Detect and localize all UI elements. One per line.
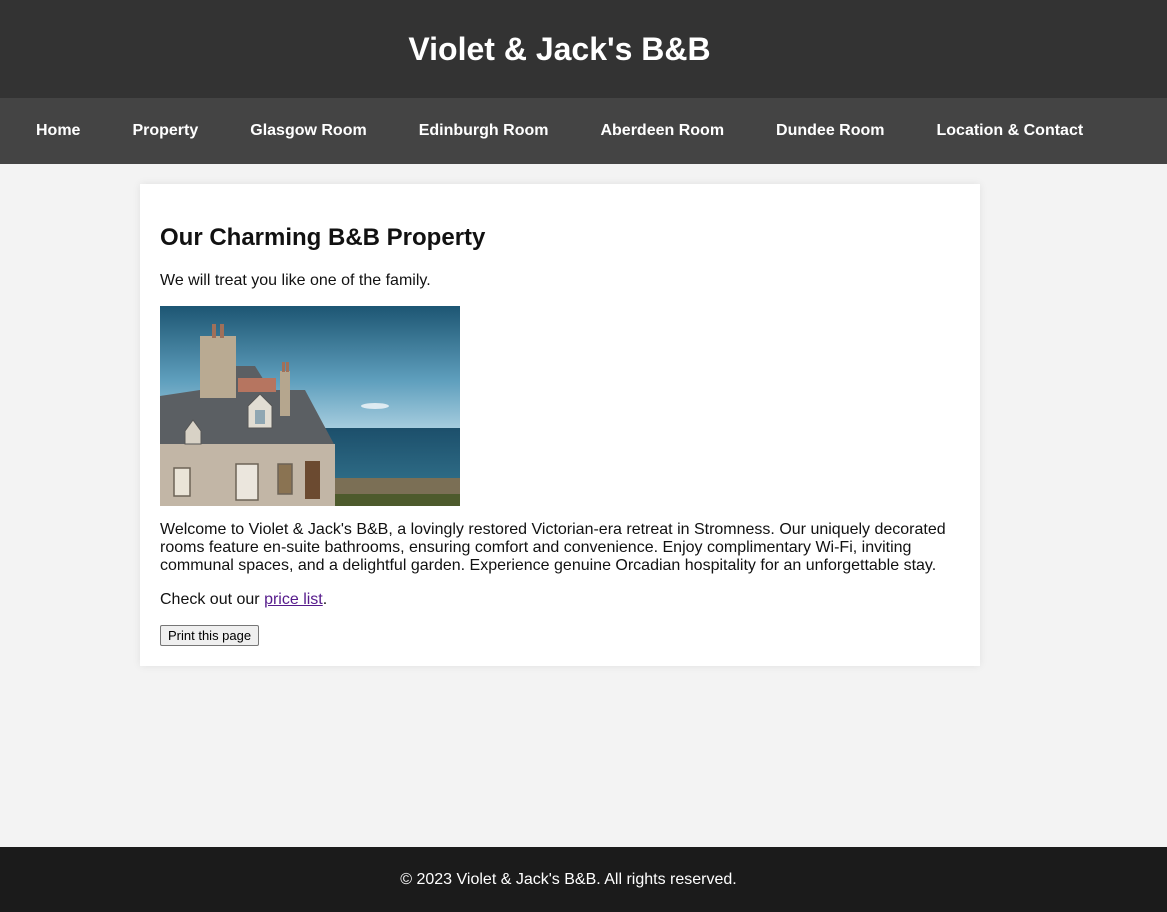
main-nav: Home Property Glasgow Room Edinburgh Roo… — [0, 98, 1167, 164]
site-footer: © 2023 Violet & Jack's B&B. All rights r… — [0, 847, 1167, 912]
content-card: Our Charming B&B Property We will treat … — [140, 184, 980, 666]
property-description: Welcome to Violet & Jack's B&B, a loving… — [160, 521, 946, 574]
nav-link-dundee-room[interactable]: Dundee Room — [750, 122, 910, 140]
price-line: Check out our price list. — [160, 591, 960, 609]
page-title: Our Charming B&B Property — [160, 224, 486, 251]
copyright-text: © 2023 Violet & Jack's B&B. All rights r… — [400, 870, 737, 888]
site-header: Violet & Jack's B&B — [0, 0, 1167, 98]
nav-link-property[interactable]: Property — [106, 122, 224, 140]
nav-link-home[interactable]: Home — [10, 122, 106, 140]
property-photo — [160, 306, 460, 506]
print-button[interactable]: Print this page — [160, 625, 260, 646]
price-suffix: . — [322, 591, 328, 608]
site-title: Violet & Jack's B&B — [408, 30, 711, 67]
nav-link-edinburgh-room[interactable]: Edinburgh Room — [393, 122, 575, 140]
nav-link-location-contact[interactable]: Location & Contact — [911, 122, 1110, 140]
tagline: We will treat you like one of the family… — [160, 272, 431, 289]
nav-link-glasgow-room[interactable]: Glasgow Room — [224, 122, 392, 140]
price-prefix: Check out our — [160, 591, 265, 608]
price-list-link[interactable]: price list — [264, 591, 323, 608]
nav-link-aberdeen-room[interactable]: Aberdeen Room — [574, 122, 750, 140]
